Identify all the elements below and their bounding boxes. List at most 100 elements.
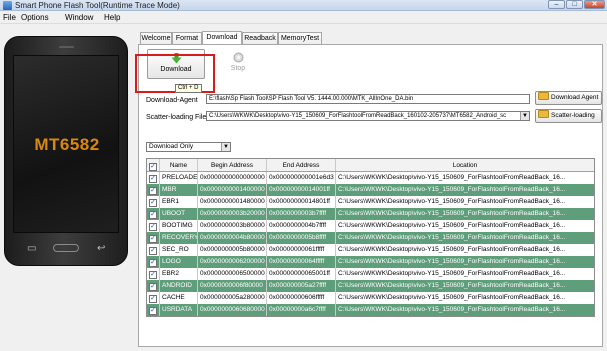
partition-table: ✓ Name Begin Address End Address Locatio… xyxy=(146,158,595,317)
table-row[interactable]: ✓ EBR1 0x0000000001480000 0x00000000014801f… xyxy=(147,196,594,208)
row-checkbox[interactable]: ✓ xyxy=(147,304,160,316)
header-begin-address: Begin Address xyxy=(198,159,267,171)
download-agent-field[interactable]: E:\flash\Sp Flash Tool\SP Flash Tool V5.… xyxy=(206,94,530,104)
checkbox-icon[interactable]: ✓ xyxy=(149,247,157,255)
stop-label: Stop xyxy=(230,65,246,72)
table-row[interactable]: ✓ BOOTIMG 0x0000000003b80000 0x0000000004b7… xyxy=(147,220,594,232)
table-row[interactable]: ✓ EBR2 0x0000000006500000 0x00000000065001f… xyxy=(147,268,594,280)
row-checkbox[interactable]: ✓ xyxy=(147,280,160,292)
table-row[interactable]: ✓ RECOVERY 0x0000000004b80000 0x0000000005b… xyxy=(147,232,594,244)
begin-address: 0x0000000000000000 xyxy=(198,172,267,184)
end-address: 0x0000000004b7ffff xyxy=(267,220,336,232)
row-checkbox[interactable]: ✓ xyxy=(147,292,160,304)
download-agent-button-label: Download Agent xyxy=(551,94,599,101)
menu-key-icon: ▭ xyxy=(27,243,37,254)
begin-address: 0x0000000006f80000 xyxy=(198,280,267,292)
partition-location: C:\Users\WKWK\Desktop\vivo-Y15_150609_Fo… xyxy=(338,270,566,277)
tab-memorytest[interactable]: MemoryTest xyxy=(278,32,322,44)
table-row[interactable]: ✓ CACHE 0x000000005a280000 0x00000000606fff… xyxy=(147,292,594,304)
row-checkbox[interactable]: ✓ xyxy=(147,232,160,244)
partition-name: USRDATA xyxy=(160,304,198,316)
begin-address: 0x0000000003b20000 xyxy=(198,208,267,220)
end-address: 0x00000000061fffff xyxy=(267,244,336,256)
row-checkbox[interactable]: ✓ xyxy=(147,220,160,232)
partition-name: PRELOADER xyxy=(160,172,198,184)
header-location: Location xyxy=(452,162,478,169)
partition-location: C:\Users\WKWK\Desktop\vivo-Y15_150609_Fo… xyxy=(338,294,566,301)
end-address: 0x0000000005b8ffff xyxy=(267,232,336,244)
checkbox-icon[interactable]: ✓ xyxy=(149,211,157,219)
menu-help[interactable]: Help xyxy=(104,13,120,22)
minimize-button[interactable]: – xyxy=(548,0,565,9)
begin-address: 0x0000000003b80000 xyxy=(198,220,267,232)
chevron-down-icon[interactable]: ▼ xyxy=(520,112,529,120)
table-row[interactable]: ✓ SEC_RO 0x0000000005b80000 0x00000000061ff… xyxy=(147,244,594,256)
tab-download[interactable]: Download xyxy=(202,31,242,45)
checkbox-icon[interactable]: ✓ xyxy=(149,283,157,291)
row-checkbox[interactable]: ✓ xyxy=(147,244,160,256)
menu-file[interactable]: File xyxy=(3,13,16,22)
menu-bar: File Options Window Help xyxy=(0,11,607,24)
row-checkbox[interactable]: ✓ xyxy=(147,172,160,184)
partition-name: EBR1 xyxy=(160,196,198,208)
stop-icon xyxy=(233,52,243,63)
partition-name: RECOVERY xyxy=(160,232,198,244)
close-button[interactable]: ✕ xyxy=(584,0,605,9)
header-name: Name xyxy=(160,159,198,171)
begin-address: 0x0000000001480000 xyxy=(198,196,267,208)
download-agent-label: Download-Agent xyxy=(146,97,198,104)
table-row[interactable]: ✓ LOGO 0x0000000006200000 0x00000000064ffff… xyxy=(147,256,594,268)
table-row[interactable]: ✓ UBOOT 0x0000000003b20000 0x0000000003b7ff… xyxy=(147,208,594,220)
checkbox-icon[interactable]: ✓ xyxy=(149,223,157,231)
tab-welcome[interactable]: Welcome xyxy=(140,32,172,44)
partition-name: LOGO xyxy=(160,256,198,268)
partition-location: C:\Users\WKWK\Desktop\vivo-Y15_150609_Fo… xyxy=(338,306,566,313)
end-address: 0x00000000a6c7ffff xyxy=(267,304,336,316)
app-icon xyxy=(3,1,12,10)
begin-address: 0x0000000006500000 xyxy=(198,268,267,280)
row-checkbox[interactable]: ✓ xyxy=(147,268,160,280)
row-checkbox[interactable]: ✓ xyxy=(147,256,160,268)
checkbox-icon[interactable]: ✓ xyxy=(149,175,157,183)
maximize-button[interactable]: □ xyxy=(566,0,583,9)
scatter-file-combo[interactable]: C:\Users\WKWK\Desktop\vivo-Y15_150609_Fo… xyxy=(206,111,530,121)
checkbox-icon[interactable]: ✓ xyxy=(149,307,157,315)
checkbox-icon[interactable]: ✓ xyxy=(149,259,157,267)
checkbox-icon[interactable]: ✓ xyxy=(149,295,157,303)
partition-location: C:\Users\WKWK\Desktop\vivo-Y15_150609_Fo… xyxy=(338,282,566,289)
end-address: 0x00000000014001ff xyxy=(267,184,336,196)
begin-address: 0x0000000004b80000 xyxy=(198,232,267,244)
table-body: ✓PRELOADER0x00000000000000000x0000000000… xyxy=(147,172,594,316)
tab-format[interactable]: Format xyxy=(172,32,202,44)
row-checkbox[interactable]: ✓ xyxy=(147,196,160,208)
download-mode-select[interactable]: Download Only ▼ xyxy=(146,142,231,152)
row-checkbox[interactable]: ✓ xyxy=(147,184,160,196)
table-row[interactable]: ✓ MBR 0x0000000001400000 0x00000000014001ff… xyxy=(147,184,594,196)
table-row[interactable]: ✓ ANDROID 0x0000000006f80000 0x000000005a27… xyxy=(147,280,594,292)
menu-window[interactable]: Window xyxy=(65,13,93,22)
menu-options[interactable]: Options xyxy=(21,13,49,22)
checkbox-icon[interactable]: ✓ xyxy=(149,163,157,171)
checkbox-icon[interactable]: ✓ xyxy=(149,199,157,207)
home-key-icon xyxy=(53,244,79,252)
row-checkbox[interactable]: ✓ xyxy=(147,208,160,220)
partition-name: EBR2 xyxy=(160,268,198,280)
download-mode-value: Download Only xyxy=(149,143,194,150)
begin-address: 0x0000000005b80000 xyxy=(198,244,267,256)
chevron-down-icon[interactable]: ▼ xyxy=(221,143,230,151)
partition-location: C:\Users\WKWK\Desktop\vivo-Y15_150609_Fo… xyxy=(338,198,566,205)
table-row[interactable]: ✓PRELOADER0x00000000000000000x0000000000… xyxy=(147,172,594,184)
tab-readback[interactable]: Readback xyxy=(242,32,278,44)
begin-address: 0x000000005a280000 xyxy=(198,292,267,304)
scatter-loading-button[interactable]: Scatter-loading xyxy=(535,109,602,123)
scatter-file-value: C:\Users\WKWK\Desktop\vivo-Y15_150609_Fo… xyxy=(209,113,507,119)
partition-location: C:\Users\WKWK\Desktop\vivo-Y15_150609_Fo… xyxy=(338,258,566,265)
header-select-all[interactable]: ✓ xyxy=(147,159,160,171)
back-key-icon: ↩ xyxy=(97,243,106,254)
checkbox-icon[interactable]: ✓ xyxy=(149,187,157,195)
stop-button[interactable]: Stop xyxy=(209,49,267,79)
checkbox-icon[interactable]: ✓ xyxy=(149,271,157,279)
checkbox-icon[interactable]: ✓ xyxy=(149,235,157,243)
download-agent-button[interactable]: Download Agent xyxy=(535,91,602,105)
table-row[interactable]: ✓ USRDATA 0x0000000060680000 0x00000000a6c7… xyxy=(147,304,594,316)
